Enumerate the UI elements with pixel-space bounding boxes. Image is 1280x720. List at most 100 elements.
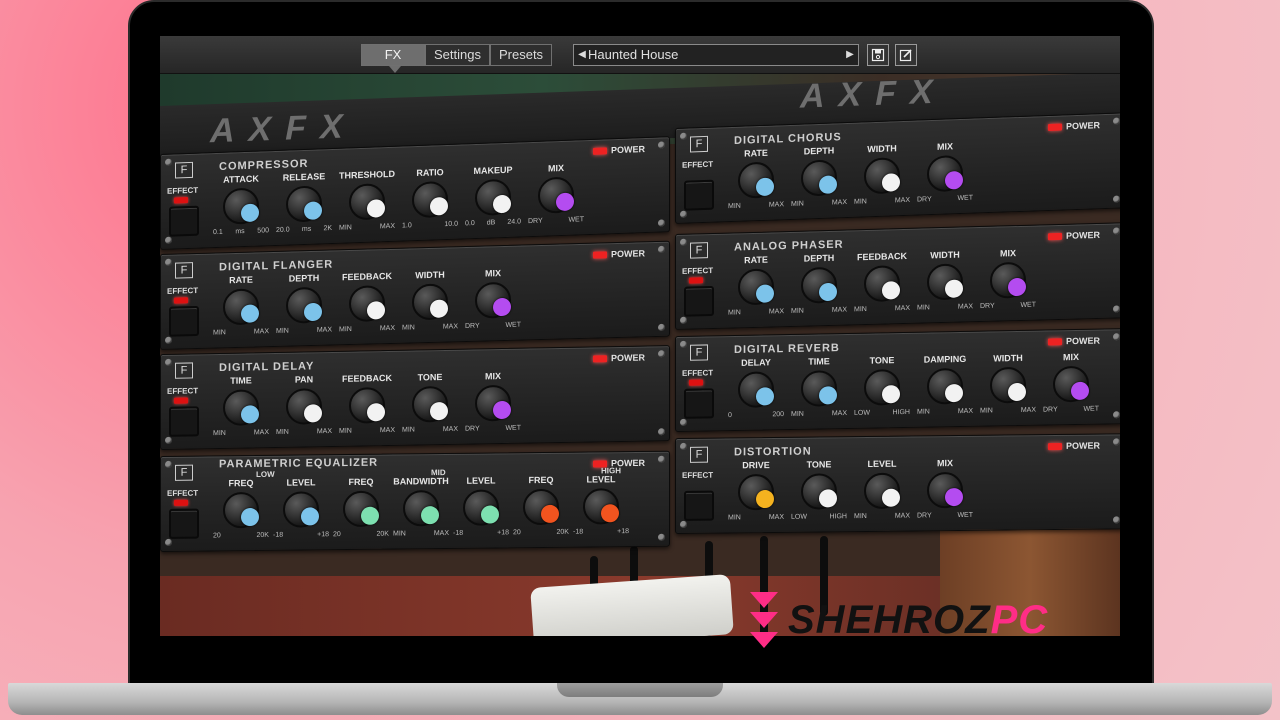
- power-indicator[interactable]: POWER: [1047, 441, 1100, 452]
- tab-fx[interactable]: FX: [361, 44, 425, 73]
- preset-selector[interactable]: ◀ Haunted House ▶: [573, 44, 859, 66]
- knob-delay[interactable]: DELAY 0 200: [726, 357, 786, 430]
- knob-attack[interactable]: ATTACK 0.1 ms 500: [211, 173, 271, 247]
- power-indicator[interactable]: POWER: [1047, 336, 1100, 347]
- knob-dial[interactable]: [927, 263, 963, 301]
- knob-dial[interactable]: [927, 367, 963, 405]
- knob-depth[interactable]: DEPTH MIN MAX: [274, 272, 334, 346]
- knob-damping[interactable]: DAMPING MIN MAX: [915, 354, 975, 427]
- knob-dial[interactable]: [801, 473, 837, 510]
- knob-dial[interactable]: [286, 388, 322, 425]
- effect-toggle-button[interactable]: [684, 285, 714, 317]
- power-indicator[interactable]: POWER: [1047, 230, 1100, 241]
- knob-width[interactable]: WIDTH MIN MAX: [915, 249, 975, 323]
- knob-dial[interactable]: [583, 488, 619, 525]
- knob-width[interactable]: WIDTH MIN MAX: [852, 143, 912, 217]
- knob-dial[interactable]: [223, 389, 259, 426]
- knob-rate[interactable]: RATE MIN MAX: [726, 254, 786, 328]
- knob-time[interactable]: TIME MIN MAX: [211, 375, 271, 448]
- knob-drive[interactable]: DRIVE MIN MAX: [726, 460, 786, 533]
- knob-feedback[interactable]: FEEDBACK MIN MAX: [337, 373, 397, 446]
- knob-rate[interactable]: RATE MIN MAX: [211, 274, 271, 348]
- tab-settings[interactable]: Settings: [425, 44, 490, 66]
- knob-rate[interactable]: RATE MIN MAX: [726, 147, 786, 221]
- knob-dial[interactable]: [523, 488, 559, 526]
- knob-bandwidth[interactable]: BANDWIDTH MIN MAX: [391, 476, 451, 549]
- knob-width[interactable]: WIDTH MIN MAX: [978, 353, 1038, 426]
- knob-dial[interactable]: [738, 161, 774, 199]
- knob-level[interactable]: LEVEL -18 +18: [451, 475, 511, 548]
- save-icon[interactable]: [867, 44, 889, 66]
- knob-release[interactable]: RELEASE 20.0 ms 2K: [274, 171, 334, 245]
- knob-dial[interactable]: [475, 178, 511, 216]
- knob-mix[interactable]: MIX DRY WET: [915, 141, 975, 215]
- knob-dial[interactable]: [412, 283, 448, 321]
- knob-dial[interactable]: [801, 370, 837, 407]
- knob-dial[interactable]: [475, 281, 511, 319]
- knob-dial[interactable]: [349, 183, 385, 221]
- power-indicator[interactable]: POWER: [592, 353, 645, 364]
- knob-makeup[interactable]: MAKEUP 0.0 dB 24.0: [463, 164, 523, 238]
- knob-mix[interactable]: MIX DRY WET: [463, 371, 523, 444]
- knob-mix[interactable]: MIX DRY WET: [463, 267, 523, 341]
- knob-mix[interactable]: MIX DRY WET: [526, 162, 586, 236]
- knob-width[interactable]: WIDTH MIN MAX: [400, 269, 460, 343]
- knob-tone[interactable]: TONE LOW HIGH: [852, 355, 912, 428]
- effect-toggle-button[interactable]: [169, 406, 199, 437]
- knob-dial[interactable]: [349, 387, 385, 424]
- knob-dial[interactable]: [864, 157, 900, 195]
- knob-depth[interactable]: DEPTH MIN MAX: [789, 145, 849, 219]
- knob-time[interactable]: TIME MIN MAX: [789, 356, 849, 429]
- knob-dial[interactable]: [801, 266, 837, 304]
- knob-level[interactable]: LEVEL -18 +18: [571, 474, 631, 547]
- effect-toggle-button[interactable]: [684, 179, 714, 211]
- knob-level[interactable]: LEVEL MIN MAX: [852, 459, 912, 532]
- knob-dial[interactable]: [738, 268, 774, 306]
- knob-dial[interactable]: [927, 471, 963, 509]
- knob-dial[interactable]: [864, 265, 900, 303]
- power-indicator[interactable]: POWER: [1047, 120, 1100, 132]
- knob-dial[interactable]: [1053, 365, 1089, 403]
- knob-mix[interactable]: MIX DRY WET: [915, 458, 975, 531]
- knob-dial[interactable]: [801, 159, 837, 197]
- tab-presets[interactable]: Presets: [489, 44, 553, 66]
- knob-dial[interactable]: [864, 472, 900, 510]
- knob-freq[interactable]: FREQ 20 20K: [511, 475, 571, 548]
- knob-dial[interactable]: [343, 490, 379, 528]
- effect-toggle-button[interactable]: [684, 490, 714, 521]
- power-indicator[interactable]: POWER: [592, 248, 645, 259]
- knob-dial[interactable]: [927, 154, 963, 193]
- knob-dial[interactable]: [463, 489, 499, 526]
- knob-tone[interactable]: TONE LOW HIGH: [789, 459, 849, 532]
- knob-dial[interactable]: [864, 369, 900, 406]
- knob-ratio[interactable]: RATIO 1.0 10.0: [400, 167, 460, 241]
- knob-dial[interactable]: [990, 366, 1026, 404]
- knob-dial[interactable]: [412, 180, 448, 219]
- knob-dial[interactable]: [223, 288, 259, 326]
- knob-level[interactable]: LEVEL -18 +18: [271, 477, 331, 550]
- knob-dial[interactable]: [349, 285, 385, 323]
- knob-dial[interactable]: [475, 384, 511, 422]
- knob-mix[interactable]: MIX DRY WET: [978, 247, 1038, 321]
- knob-freq[interactable]: FREQ 20 20K: [211, 478, 271, 551]
- edit-icon[interactable]: [895, 44, 917, 66]
- knob-threshold[interactable]: THRESHOLD MIN MAX: [337, 169, 397, 243]
- knob-tone[interactable]: TONE MIN MAX: [400, 372, 460, 445]
- preset-next-icon[interactable]: ▶: [844, 45, 856, 65]
- effect-toggle-button[interactable]: [169, 305, 199, 337]
- knob-freq[interactable]: FREQ 20 20K: [331, 477, 391, 550]
- knob-dial[interactable]: [286, 185, 322, 223]
- knob-dial[interactable]: [286, 286, 322, 324]
- knob-dial[interactable]: [990, 261, 1026, 299]
- knob-pan[interactable]: PAN MIN MAX: [274, 374, 334, 447]
- knob-mix[interactable]: MIX DRY WET: [1041, 352, 1101, 425]
- knob-feedback[interactable]: FEEDBACK MIN MAX: [337, 271, 397, 345]
- knob-dial[interactable]: [223, 491, 259, 529]
- effect-toggle-button[interactable]: [169, 205, 199, 237]
- effect-toggle-button[interactable]: [684, 388, 714, 419]
- knob-dial[interactable]: [283, 491, 319, 528]
- power-indicator[interactable]: POWER: [592, 144, 645, 156]
- knob-dial[interactable]: [538, 176, 574, 214]
- knob-dial[interactable]: [738, 473, 774, 511]
- knob-dial[interactable]: [223, 187, 259, 225]
